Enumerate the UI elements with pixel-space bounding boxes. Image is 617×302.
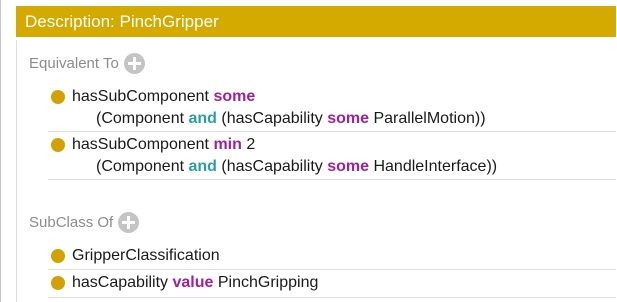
expression-line: (Component and (hasCapability some Handl… <box>48 156 616 178</box>
add-equivalent-icon[interactable] <box>123 53 145 74</box>
description-panel: Description: PinchGripper Equivalent To … <box>0 0 617 302</box>
restriction-keyword: min <box>213 136 242 153</box>
equivalent-item-1[interactable]: hasSubComponent some (Component and (has… <box>48 86 616 132</box>
expression-line: hasCapability value PinchGripping <box>48 272 616 294</box>
value-keyword: value <box>172 274 214 291</box>
restriction-rest: 2 <box>241 136 256 153</box>
class-bullet-icon <box>51 276 65 290</box>
subclass-of-label: SubClass Of <box>29 214 114 231</box>
subclass-of-header: SubClass Of <box>29 212 140 233</box>
equivalent-item-2[interactable]: hasSubComponent min 2 (Component and (ha… <box>48 134 616 180</box>
expr-mid: (hasCapability <box>216 158 328 175</box>
add-superclass-icon[interactable] <box>118 212 140 233</box>
expr-open: (Component <box>96 158 189 175</box>
class-bullet-icon <box>51 90 65 104</box>
superclass-item-2[interactable]: hasCapability value PinchGripping <box>48 272 616 298</box>
expr-close: HandleInterface)) <box>369 158 498 175</box>
class-bullet-icon <box>51 138 65 152</box>
property-name: hasSubComponent <box>72 88 214 105</box>
expression-line: hasSubComponent min 2 <box>48 134 616 156</box>
and-keyword: and <box>188 110 217 127</box>
panel-title: Description: PinchGripper <box>16 6 616 37</box>
individual-name: PinchGripping <box>213 274 319 291</box>
expr-open: (Component <box>96 110 189 127</box>
and-keyword: and <box>188 158 217 175</box>
restriction-keyword: some <box>213 88 256 105</box>
class-bullet-icon <box>51 249 65 263</box>
equivalent-to-label: Equivalent To <box>29 55 119 72</box>
class-name: GripperClassification <box>72 247 220 264</box>
some-keyword: some <box>327 110 370 127</box>
property-name: hasCapability <box>72 274 173 291</box>
equivalent-to-header: Equivalent To <box>29 53 145 74</box>
some-keyword: some <box>327 158 370 175</box>
superclass-item-1[interactable]: GripperClassification <box>48 245 616 270</box>
expr-close: ParallelMotion)) <box>369 110 486 127</box>
expression-line: (Component and (hasCapability some Paral… <box>48 108 616 130</box>
expr-mid: (hasCapability <box>216 110 328 127</box>
property-name: hasSubComponent <box>72 136 214 153</box>
expression-line: GripperClassification <box>48 245 616 267</box>
expression-line: hasSubComponent some <box>48 86 616 108</box>
